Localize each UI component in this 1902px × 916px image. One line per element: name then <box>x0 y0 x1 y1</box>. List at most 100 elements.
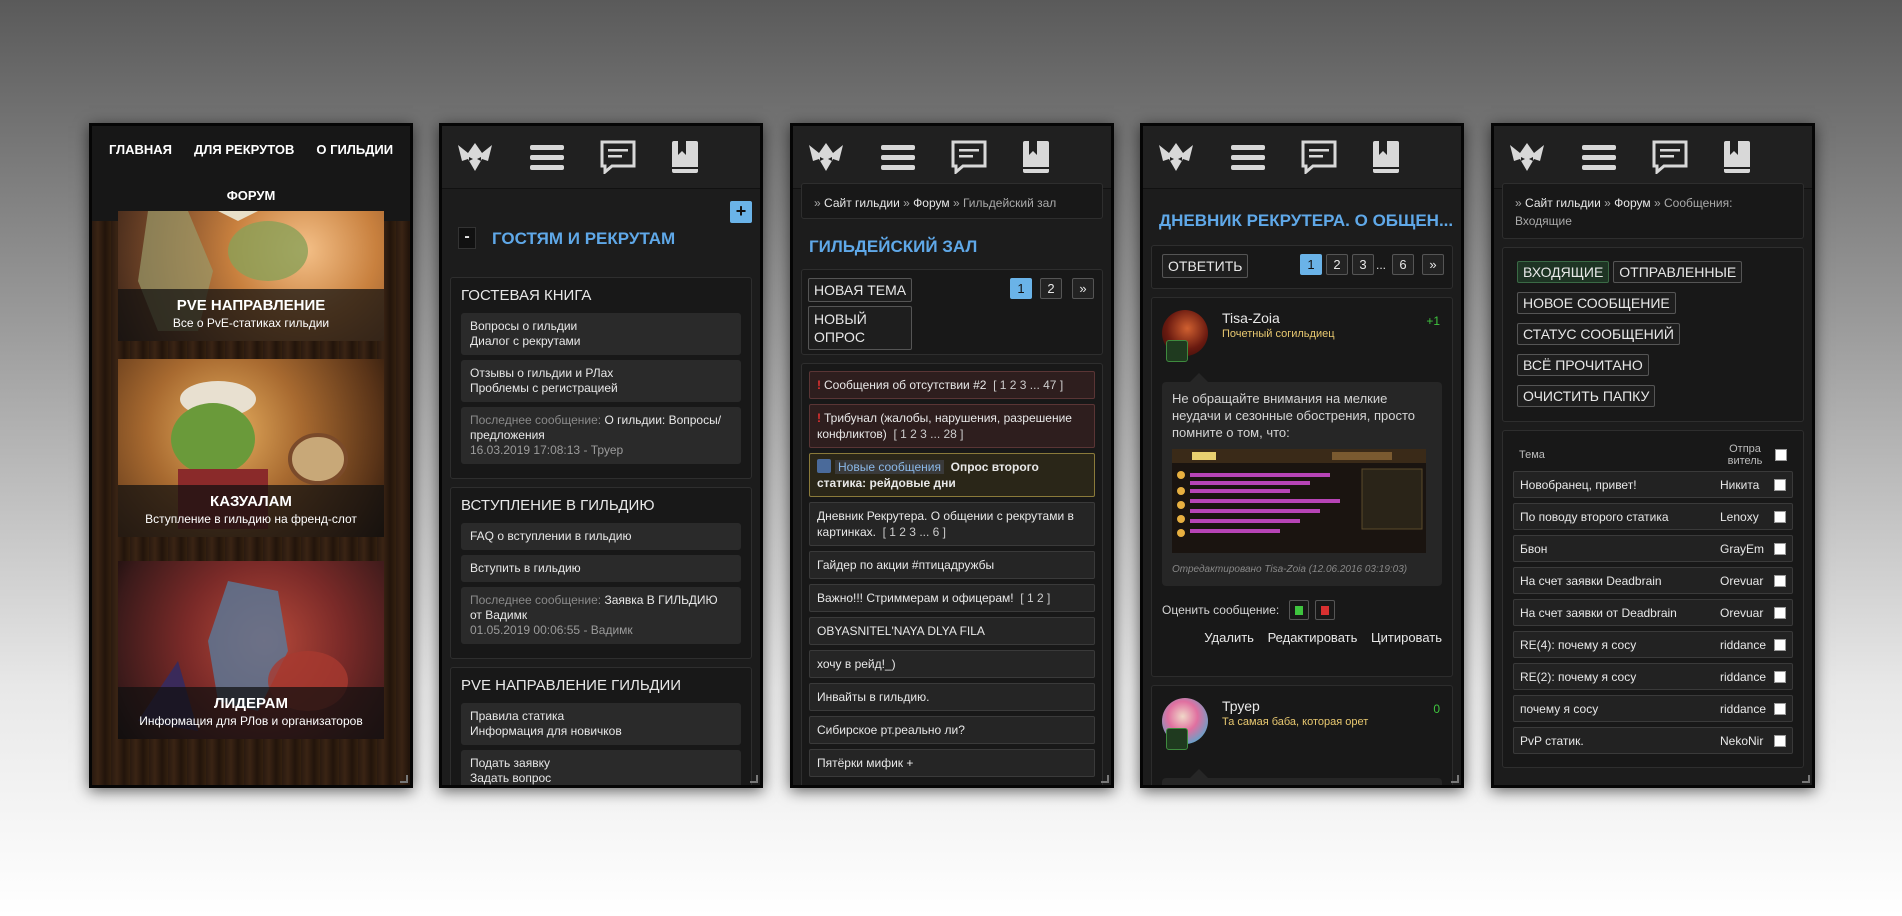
thumbs-down-icon[interactable] <box>1315 600 1336 620</box>
thumbs-up-icon[interactable] <box>1289 600 1310 620</box>
page-1[interactable]: 1 <box>1299 254 1322 275</box>
table-row[interactable]: На счет заявки от Deadbrain Orevuar <box>1513 599 1793 626</box>
topic-row[interactable]: хочу в рейд!_) <box>809 650 1095 678</box>
menu-icon[interactable] <box>1580 142 1618 172</box>
page-next[interactable]: » <box>1422 254 1444 275</box>
section-title[interactable]: ВСТУПЛЕНИЕ В ГИЛЬДИЮ <box>461 497 741 514</box>
table-row[interactable]: Бвон GrayEm <box>1513 535 1793 562</box>
last-post[interactable]: Последнее сообщение: О гильдии: Вопросы/… <box>461 407 741 464</box>
table-row[interactable]: На счет заявки Deadbrain Orevuar <box>1513 567 1793 594</box>
new-poll-button[interactable]: НОВЫЙ ОПРОС <box>808 306 912 350</box>
row-checkbox[interactable] <box>1774 574 1786 587</box>
row-checkbox[interactable] <box>1774 670 1786 683</box>
reply-button[interactable]: ОТВЕТИТЬ <box>1162 254 1249 278</box>
menu-icon[interactable] <box>879 142 917 172</box>
sent-button[interactable]: ОТПРАВЛЕННЫЕ <box>1613 261 1743 283</box>
guild-logo-icon[interactable] <box>807 141 845 173</box>
table-row[interactable]: Новобранец, привет! Никита <box>1513 471 1793 498</box>
table-row[interactable]: PvP статик. NekoNir <box>1513 727 1793 754</box>
message-subject[interactable]: Новобранец, привет! <box>1520 478 1720 492</box>
edit-button[interactable]: Редактировать <box>1268 630 1358 645</box>
message-sender[interactable]: riddance <box>1720 638 1768 652</box>
crumb-site-link[interactable]: Сайт гильдии <box>824 196 900 210</box>
add-button[interactable]: + <box>730 201 752 223</box>
post-author[interactable]: Труер <box>1222 698 1260 714</box>
chat-icon[interactable] <box>600 140 636 174</box>
subforum-link[interactable]: Правила статика Информация для новичков <box>461 703 741 745</box>
card-pve[interactable]: PVE НАПРАВЛЕНИЕ Все о PvE-статиках гильд… <box>118 211 384 341</box>
message-subject[interactable]: На счет заявки от Deadbrain <box>1520 606 1720 620</box>
card-casual[interactable]: КАЗУАЛАМ Вступление в гильдию на френд-с… <box>118 359 384 537</box>
message-sender[interactable]: Orevuar <box>1720 606 1768 620</box>
page-1[interactable]: 1 <box>1010 278 1032 299</box>
crumb-forum-link[interactable]: Форум <box>1614 196 1650 210</box>
topic-pages[interactable]: [ 1 2 ] <box>1020 591 1050 605</box>
nav-about[interactable]: О ГИЛЬДИИ <box>316 140 393 186</box>
table-row[interactable]: RE(4): почему я сосу riddance <box>1513 631 1793 658</box>
message-subject[interactable]: RE(2): почему я сосу <box>1520 670 1720 684</box>
topic-pages[interactable]: [ 1 2 3 ... 28 ] <box>893 427 963 441</box>
last-post[interactable]: Последнее сообщение: Заявка В ГИЛЬДИЮ от… <box>461 587 741 644</box>
new-posts-badge[interactable]: Новые сообщения <box>835 460 944 474</box>
message-sender[interactable]: Lenoxy <box>1720 510 1768 524</box>
new-topic-button[interactable]: НОВАЯ ТЕМА <box>808 278 913 302</box>
book-icon[interactable] <box>1371 139 1401 175</box>
delete-button[interactable]: Удалить <box>1204 630 1254 645</box>
message-subject[interactable]: почему я сосу <box>1520 702 1720 716</box>
mark-all-read-button[interactable]: ВСЁ ПРОЧИТАНО <box>1517 354 1649 376</box>
topic-row[interactable]: Новые сообщения Опрос второго статика: р… <box>809 453 1095 497</box>
topic-pages[interactable]: [ 1 2 3 ... 6 ] <box>883 525 946 539</box>
row-checkbox[interactable] <box>1774 638 1786 651</box>
page-next[interactable]: » <box>1072 278 1094 299</box>
page-6[interactable]: 6 <box>1392 254 1414 275</box>
table-row[interactable]: почему я сосу riddance <box>1513 695 1793 722</box>
quote-button[interactable]: Цитировать <box>1371 630 1442 645</box>
message-status-button[interactable]: СТАТУС СООБЩЕНИЙ <box>1517 323 1680 345</box>
clear-folder-button[interactable]: ОЧИСТИТЬ ПАПКУ <box>1517 385 1656 407</box>
card-leaders[interactable]: ЛИДЕРАМ Информация для РЛов и организато… <box>118 561 384 739</box>
table-row[interactable]: По поводу второго статика Lenoxy <box>1513 503 1793 530</box>
guild-logo-icon[interactable] <box>456 141 494 173</box>
crumb-forum-link[interactable]: Форум <box>913 196 949 210</box>
message-sender[interactable]: GrayEm <box>1720 542 1768 556</box>
row-checkbox[interactable] <box>1774 478 1786 491</box>
page-3[interactable]: 3 <box>1351 254 1374 275</box>
row-checkbox[interactable] <box>1774 734 1786 747</box>
subforum-link[interactable]: Вопросы о гильдии Диалог с рекрутами <box>461 313 741 355</box>
topic-pages[interactable]: [ 1 2 3 ... 47 ] <box>993 378 1063 392</box>
topic-row[interactable]: Важно!!! Стриммерам и офицерам! [ 1 2 ] <box>809 584 1095 612</box>
message-icon[interactable] <box>1166 728 1188 750</box>
topic-row[interactable]: ! Трибунал (жалобы, нарушения, разрешение… <box>809 404 1095 448</box>
chat-icon[interactable] <box>1652 140 1688 174</box>
row-checkbox[interactable] <box>1774 542 1786 555</box>
nav-recruits[interactable]: ДЛЯ РЕКРУТОВ <box>194 140 294 186</box>
message-sender[interactable]: riddance <box>1720 702 1768 716</box>
section-title[interactable]: ГОСТЕВАЯ КНИГА <box>461 287 741 304</box>
message-icon[interactable] <box>1166 340 1188 362</box>
subforum-link[interactable]: Подать заявку Задать вопрос <box>461 750 741 785</box>
message-subject[interactable]: Бвон <box>1520 542 1720 556</box>
collapse-button[interactable]: - <box>458 227 476 249</box>
subforum-link[interactable]: Отзывы о гильдии и РЛах Проблемы с регист… <box>461 360 741 402</box>
chat-icon[interactable] <box>951 140 987 174</box>
row-checkbox[interactable] <box>1774 702 1786 715</box>
topic-row[interactable]: Инвайты в гильдию. <box>809 683 1095 711</box>
book-icon[interactable] <box>1021 139 1051 175</box>
topic-row[interactable]: Сибирское рт.реально ли? <box>809 716 1095 744</box>
message-sender[interactable]: riddance <box>1720 670 1768 684</box>
guild-logo-icon[interactable] <box>1508 141 1546 173</box>
subforum-link[interactable]: Вступить в гильдию <box>461 555 741 582</box>
page-2[interactable]: 2 <box>1040 278 1062 299</box>
message-subject[interactable]: На счет заявки Deadbrain <box>1520 574 1720 588</box>
topic-row[interactable]: Пятёрки мифик + <box>809 749 1095 777</box>
menu-icon[interactable] <box>528 142 566 172</box>
book-icon[interactable] <box>1722 139 1752 175</box>
menu-icon[interactable] <box>1229 142 1267 172</box>
select-all-checkbox[interactable] <box>1775 449 1787 461</box>
page-2[interactable]: 2 <box>1325 254 1348 275</box>
chat-icon[interactable] <box>1301 140 1337 174</box>
topic-row[interactable]: Дневник Рекрутера. О общении с рекрутами… <box>809 502 1095 546</box>
topic-row[interactable]: ! Сообщения об отсутствии #2 [ 1 2 3 ... … <box>809 371 1095 399</box>
guild-logo-icon[interactable] <box>1157 141 1195 173</box>
new-message-button[interactable]: НОВОЕ СООБЩЕНИЕ <box>1517 292 1676 314</box>
